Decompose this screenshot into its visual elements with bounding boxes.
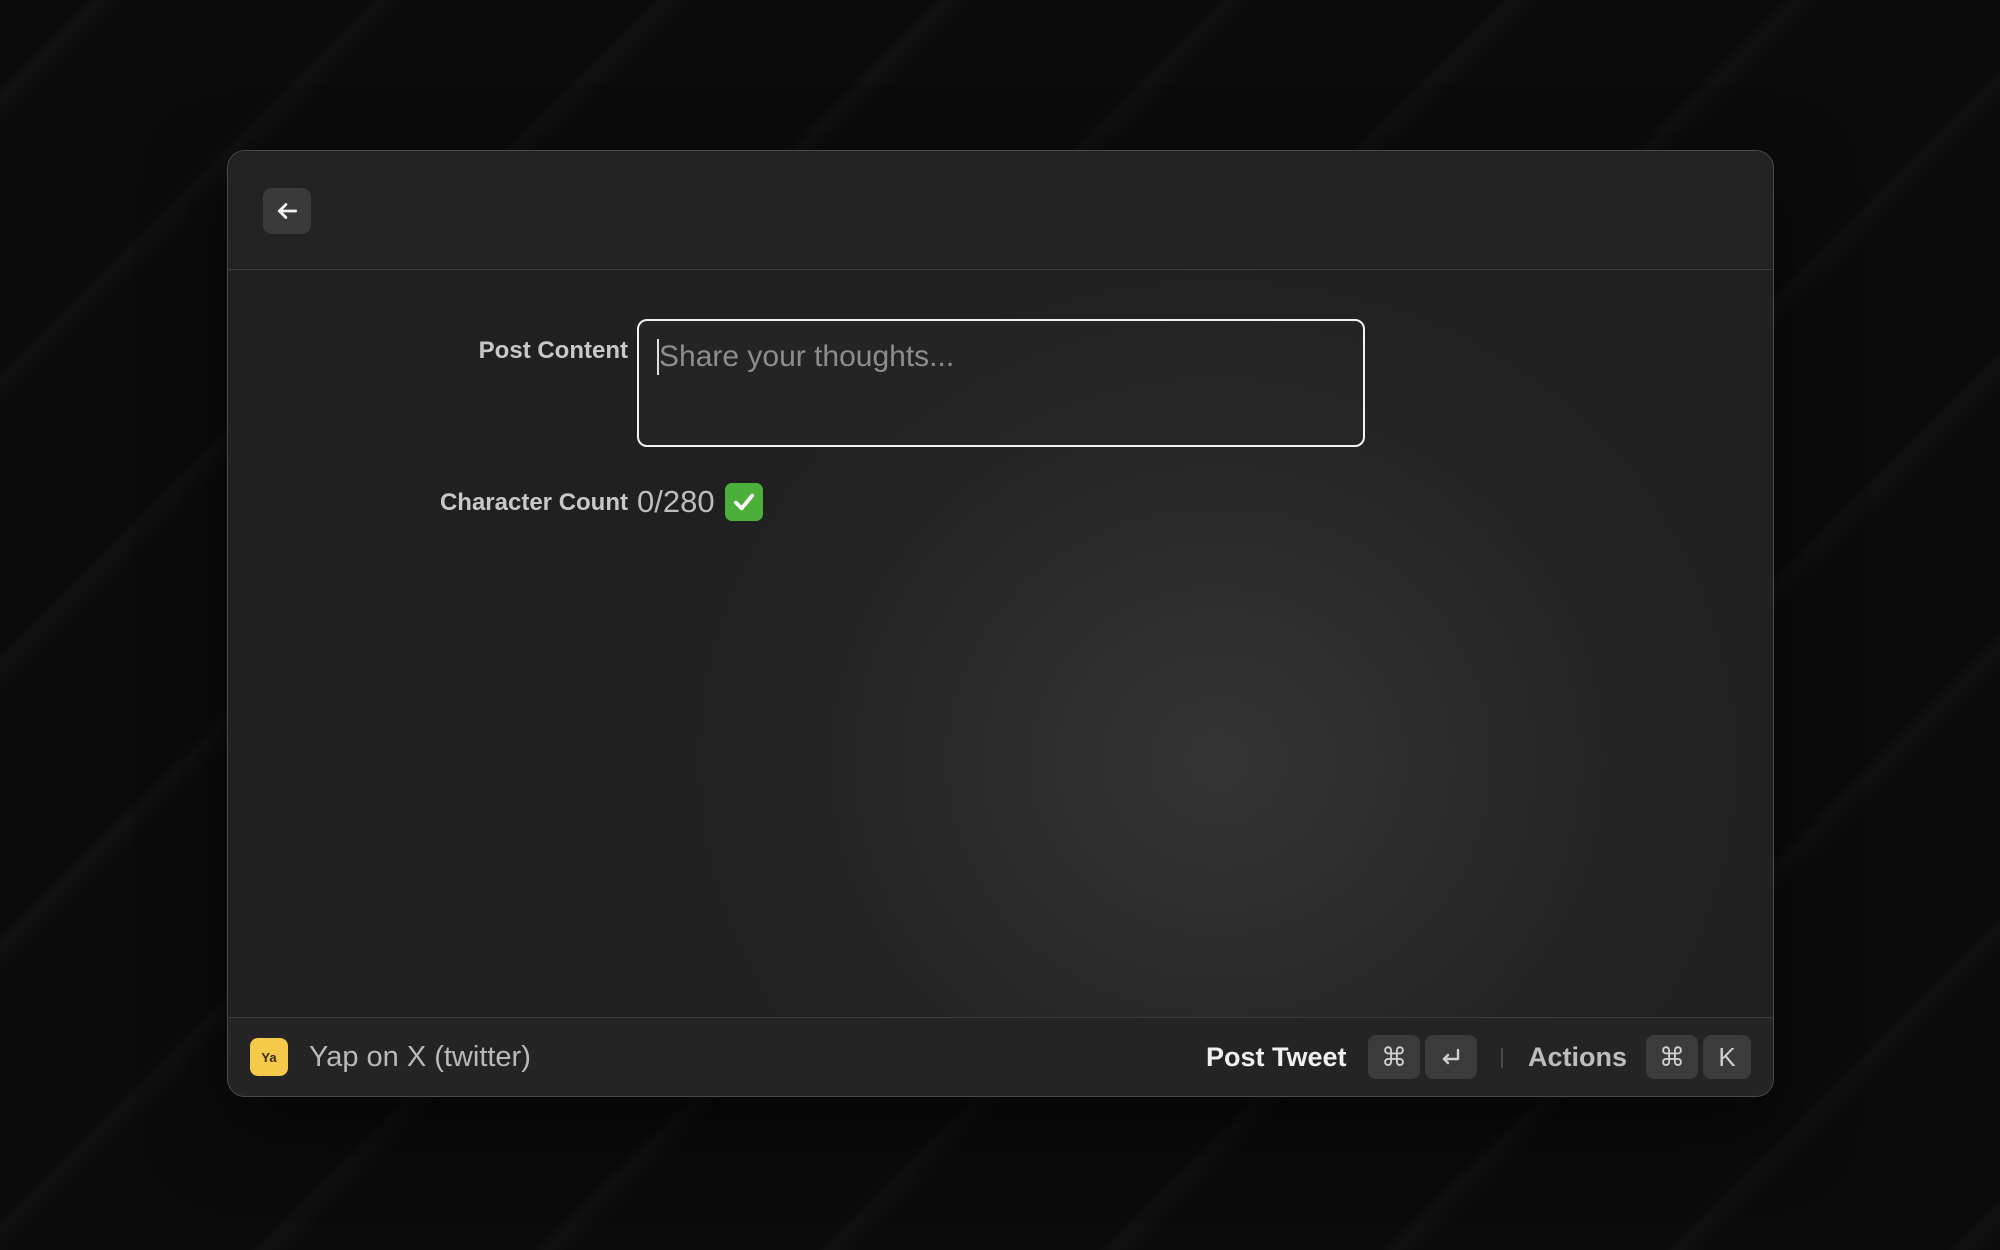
return-key-icon — [1425, 1035, 1477, 1079]
character-count-value: 0/280 — [637, 484, 715, 519]
app-name: Yap on X (twitter) — [309, 1041, 531, 1073]
command-key-icon: ⌘ — [1646, 1035, 1698, 1079]
footer-divider — [1501, 1048, 1503, 1068]
post-content-placeholder: Share your thoughts... — [659, 340, 955, 373]
window-header — [228, 151, 1773, 270]
back-button[interactable] — [263, 188, 311, 234]
post-tweet-button[interactable]: Post Tweet — [1206, 1040, 1347, 1074]
post-content-label: Post Content — [478, 337, 628, 364]
actions-button[interactable]: Actions — [1528, 1040, 1627, 1074]
command-window: Post Content Share your thoughts... Char… — [227, 150, 1774, 1097]
command-key-icon: ⌘ — [1368, 1035, 1420, 1079]
action-bar: Ya Yap on X (twitter) Post Tweet ⌘ Actio… — [228, 1017, 1773, 1096]
character-count-label: Character Count — [439, 489, 628, 516]
arrow-left-icon — [278, 203, 298, 219]
check-mark-button-icon — [724, 483, 763, 521]
character-count-row: 0/280 — [637, 483, 763, 521]
k-key: K — [1703, 1035, 1751, 1079]
post-content-textarea[interactable]: Share your thoughts... — [637, 319, 1365, 447]
app-icon: Ya — [250, 1038, 288, 1076]
